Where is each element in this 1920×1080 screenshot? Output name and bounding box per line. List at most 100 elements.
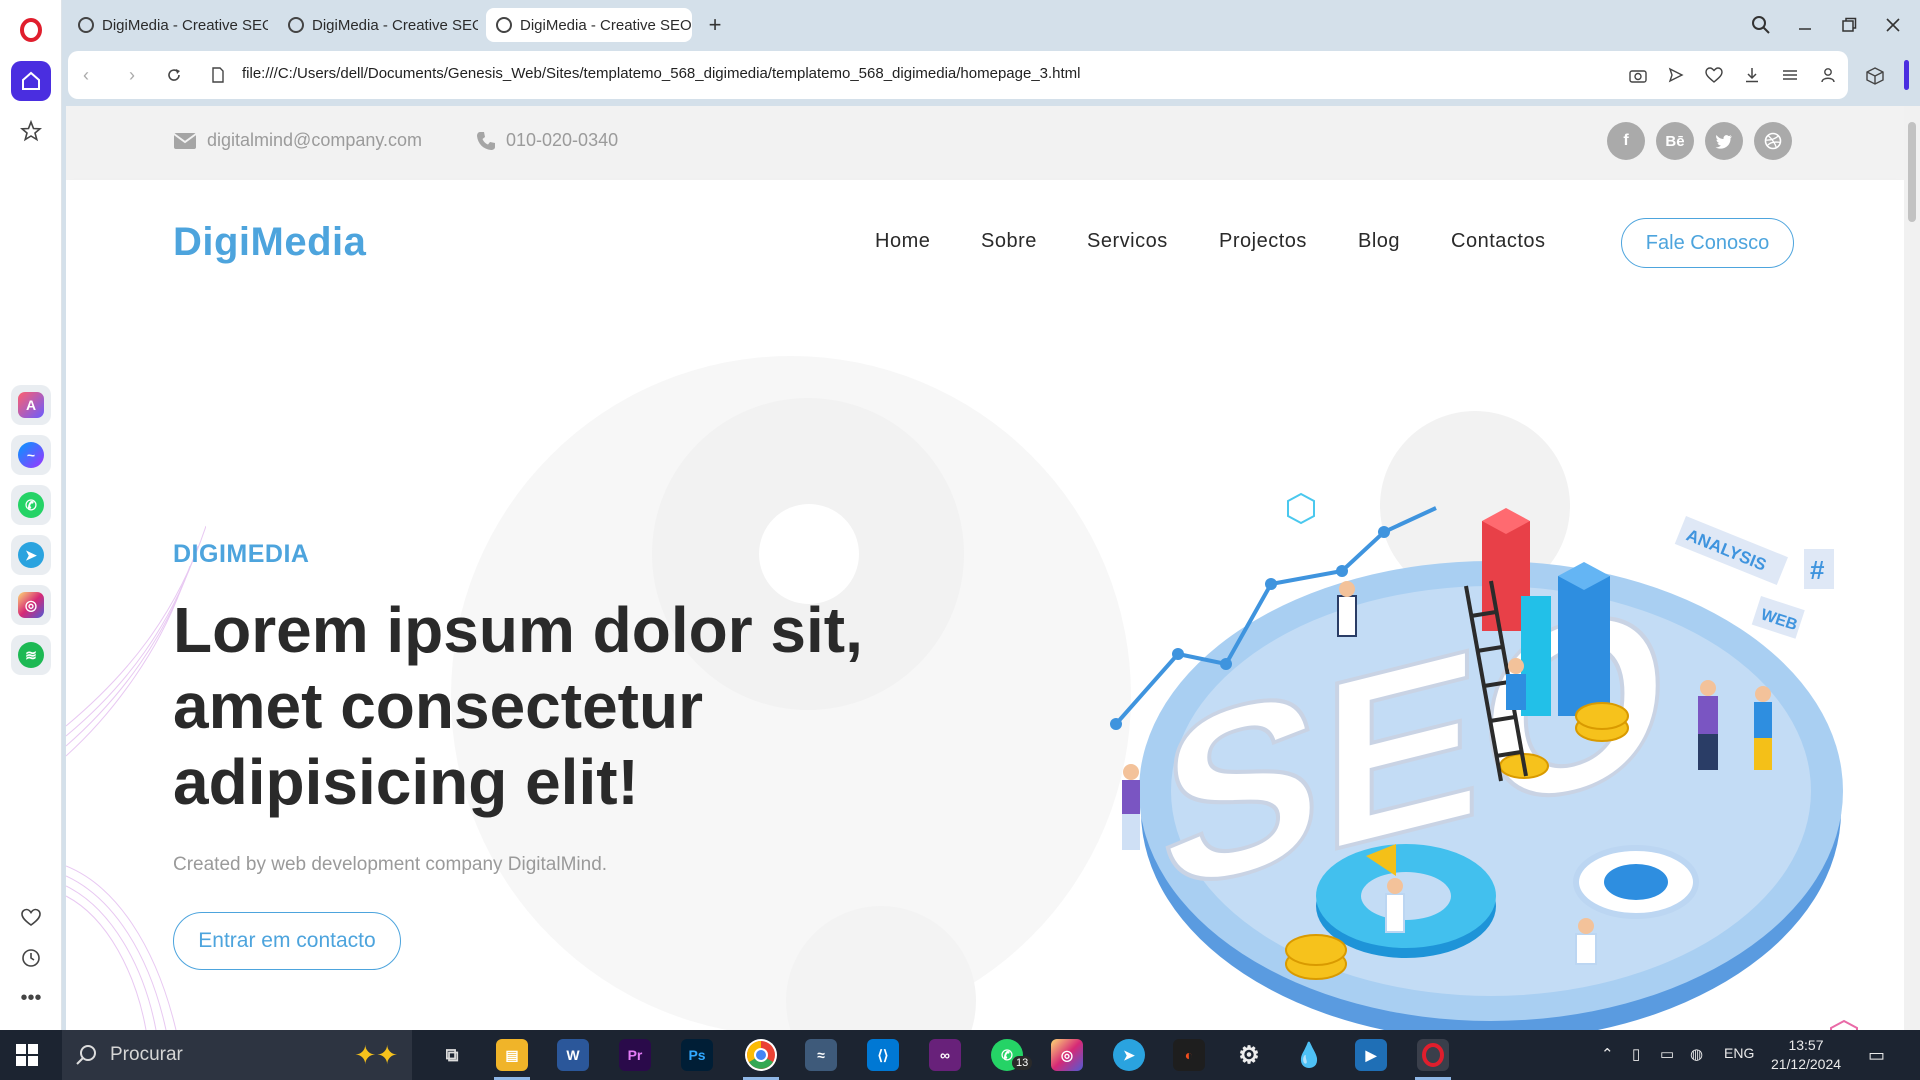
battery-icon[interactable]: ▯ bbox=[1632, 1045, 1640, 1063]
new-tab-plus-icon[interactable]: + bbox=[702, 12, 728, 38]
clock-time: 13:57 bbox=[1788, 1037, 1824, 1053]
minimize-icon[interactable] bbox=[1792, 12, 1818, 38]
nav-sobre[interactable]: Sobre bbox=[981, 230, 1037, 253]
video-player-icon[interactable]: ▶ bbox=[1355, 1039, 1387, 1071]
language-indicator[interactable]: ENG bbox=[1724, 1045, 1754, 1061]
site-logo[interactable]: DigiMedia bbox=[173, 220, 366, 265]
settings-gear-icon[interactable]: ⚙ bbox=[1233, 1039, 1265, 1071]
tab-label: DigiMedia - Creative SEO bbox=[312, 16, 478, 34]
page-scrollbar[interactable] bbox=[1904, 106, 1920, 1030]
heart-icon[interactable] bbox=[11, 898, 51, 938]
more-options-icon[interactable]: ••• bbox=[11, 978, 51, 1018]
hero-title: Lorem ipsum dolor sit, amet consectetur … bbox=[173, 594, 863, 818]
opera-logo-icon[interactable] bbox=[11, 10, 51, 50]
instagram-icon[interactable]: ◎ bbox=[11, 585, 51, 625]
restore-icon[interactable] bbox=[1836, 12, 1862, 38]
close-window-icon[interactable] bbox=[1880, 12, 1906, 38]
task-view-icon[interactable]: ⧉ bbox=[436, 1039, 468, 1071]
tray-chevron-icon[interactable]: ⌃ bbox=[1601, 1045, 1614, 1063]
mysql-workbench-icon[interactable]: ≈ bbox=[805, 1039, 837, 1071]
seo-illustration: SEO ANALYSIS WEB # bbox=[1110, 492, 1858, 1030]
nav-home[interactable]: Home bbox=[875, 230, 930, 253]
spotify-icon[interactable]: ≋ bbox=[11, 635, 51, 675]
contact-topbar: digitalmind@company.com 010-020-0340 f B… bbox=[66, 106, 1904, 180]
reload-icon[interactable] bbox=[162, 63, 186, 87]
download-icon[interactable] bbox=[1740, 63, 1764, 87]
phone-text: 010-020-0340 bbox=[506, 130, 619, 150]
back-icon[interactable]: ‹ bbox=[74, 63, 98, 87]
notifications-icon[interactable]: ▭ bbox=[1868, 1045, 1885, 1066]
figma-icon[interactable]: ◐ bbox=[1173, 1039, 1205, 1071]
opera-taskbar-icon[interactable] bbox=[1417, 1039, 1449, 1071]
globe-language-icon[interactable]: ◍ bbox=[1690, 1045, 1703, 1063]
entrar-em-contacto-button[interactable]: Entrar em contacto bbox=[173, 912, 401, 970]
address-bar: ‹ › file:///C:/Users/dell/Documents/Gene… bbox=[68, 51, 1848, 99]
email-contact[interactable]: digitalmind@company.com bbox=[173, 130, 422, 151]
chrome-icon[interactable] bbox=[745, 1039, 777, 1071]
envelope-icon bbox=[173, 132, 197, 149]
aria-ai-icon[interactable]: A bbox=[11, 385, 51, 425]
file-page-icon bbox=[206, 63, 230, 87]
nav-blog[interactable]: Blog bbox=[1358, 230, 1400, 253]
clock[interactable]: 13:57 21/12/2024 bbox=[1765, 1036, 1847, 1074]
search-placeholder: Procurar bbox=[110, 1044, 183, 1065]
hero-section: DIGIMEDIA Lorem ipsum dolor sit, amet co… bbox=[66, 306, 1904, 1030]
globe-icon bbox=[78, 17, 94, 33]
hero-subtitle: Created by web development company Digit… bbox=[173, 854, 608, 875]
nav-projectos[interactable]: Projectos bbox=[1219, 230, 1307, 253]
paint-drop-icon[interactable]: 💧 bbox=[1293, 1039, 1325, 1071]
web-viewport: digitalmind@company.com 010-020-0340 f B… bbox=[66, 106, 1904, 1030]
phone-icon bbox=[477, 131, 495, 150]
file-explorer-icon[interactable]: ▤ bbox=[496, 1039, 528, 1071]
extensions-cube-icon[interactable] bbox=[1862, 63, 1888, 89]
search-tabs-icon[interactable] bbox=[1748, 12, 1774, 38]
facebook-icon[interactable]: f bbox=[1607, 122, 1645, 160]
network-icon[interactable]: ▭ bbox=[1660, 1045, 1674, 1063]
snapshot-camera-icon[interactable] bbox=[1626, 63, 1650, 87]
browser-sidebar: A ~ ✆ ➤ ◎ ≋ ••• bbox=[0, 0, 62, 1030]
telegram-taskbar-icon[interactable]: ➤ bbox=[1113, 1039, 1145, 1071]
phone-contact[interactable]: 010-020-0340 bbox=[476, 130, 618, 151]
easy-setup-icon[interactable] bbox=[1778, 63, 1802, 87]
tab-1[interactable]: DigiMedia - Creative SEO bbox=[68, 8, 268, 42]
nav-servicos[interactable]: Servicos bbox=[1087, 230, 1168, 253]
tab-2[interactable]: DigiMedia - Creative SEO bbox=[278, 8, 478, 42]
photoshop-icon[interactable]: Ps bbox=[681, 1039, 713, 1071]
whatsapp-icon[interactable]: ✆ bbox=[11, 485, 51, 525]
bookmark-heart-icon[interactable] bbox=[1702, 63, 1726, 87]
messenger-icon[interactable]: ~ bbox=[11, 435, 51, 475]
site-header: DigiMedia Home Sobre Servicos Projectos … bbox=[66, 180, 1904, 306]
tab-label: DigiMedia - Creative SEO bbox=[520, 16, 692, 34]
url-field[interactable]: file:///C:/Users/dell/Documents/Genesis_… bbox=[242, 65, 1081, 82]
premiere-icon[interactable]: Pr bbox=[619, 1039, 651, 1071]
instagram-taskbar-icon[interactable]: ◎ bbox=[1051, 1039, 1083, 1071]
windows-start-icon[interactable] bbox=[16, 1044, 38, 1071]
telegram-icon[interactable]: ➤ bbox=[11, 535, 51, 575]
send-flow-icon[interactable] bbox=[1664, 63, 1688, 87]
forward-icon[interactable]: › bbox=[120, 63, 144, 87]
bookmarks-star-icon[interactable] bbox=[11, 111, 51, 151]
dribbble-icon[interactable] bbox=[1754, 122, 1792, 160]
visual-studio-icon[interactable]: ∞ bbox=[929, 1039, 961, 1071]
hero-kicker: DIGIMEDIA bbox=[173, 540, 310, 568]
globe-icon bbox=[288, 17, 304, 33]
hash-tag: # bbox=[1810, 555, 1825, 585]
taskbar-search[interactable]: Procurar ✦✦ bbox=[62, 1030, 412, 1080]
email-text: digitalmind@company.com bbox=[207, 130, 423, 150]
twitter-icon[interactable] bbox=[1705, 122, 1743, 160]
behance-icon[interactable]: Bē bbox=[1656, 122, 1694, 160]
word-icon[interactable]: W bbox=[557, 1039, 589, 1071]
copilot-sparkle-icon[interactable]: ✦✦ bbox=[354, 1040, 398, 1071]
home-icon[interactable] bbox=[11, 61, 51, 101]
whatsapp-unread-badge: 13 bbox=[1012, 1056, 1033, 1070]
fale-conosco-button[interactable]: Fale Conosco bbox=[1621, 218, 1794, 268]
tab-label: DigiMedia - Creative SEO bbox=[102, 16, 268, 34]
tab-3-active[interactable]: DigiMedia - Creative SEO bbox=[486, 8, 692, 42]
windows-taskbar: Procurar ✦✦ ⧉ ▤ W Pr Ps ≈ ⟨⟩ ∞ ✆ 13 ◎ ➤ … bbox=[0, 1030, 1920, 1080]
scrollbar-thumb[interactable] bbox=[1908, 122, 1916, 222]
profile-icon[interactable] bbox=[1816, 63, 1840, 87]
nav-contactos[interactable]: Contactos bbox=[1451, 230, 1546, 253]
vscode-icon[interactable]: ⟨⟩ bbox=[867, 1039, 899, 1071]
clock-date: 21/12/2024 bbox=[1770, 1056, 1842, 1072]
history-clock-icon[interactable] bbox=[11, 938, 51, 978]
